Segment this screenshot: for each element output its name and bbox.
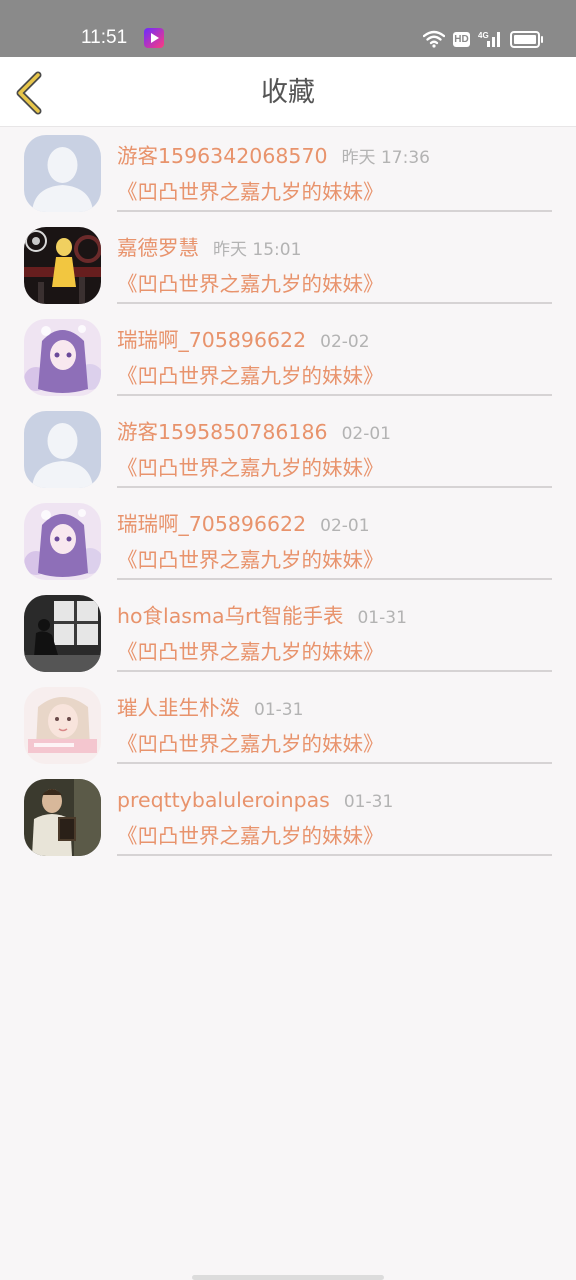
status-icons: HD 4G bbox=[423, 27, 543, 51]
novel-title[interactable]: 《凹凸世界之嘉九岁的妹妹》 bbox=[117, 823, 384, 849]
user-name-text: ho食lasma乌rt智能手表 bbox=[117, 604, 344, 628]
item-time: 01-31 bbox=[357, 608, 407, 628]
anime-avatar-purple[interactable] bbox=[24, 319, 101, 396]
list-item[interactable]: ho食lasma乌rt智能手表 01-31 《凹凸世界之嘉九岁的妹妹》 bbox=[0, 587, 576, 679]
favorites-list: 游客1596342068570 昨天 17:36 《凹凸世界之嘉九岁的妹妹》 嘉德… bbox=[0, 127, 576, 863]
item-time: 02-01 bbox=[341, 424, 391, 444]
anime-avatar-dark[interactable] bbox=[24, 227, 101, 304]
photo-avatar-window[interactable] bbox=[24, 595, 101, 672]
wifi-icon bbox=[423, 30, 445, 48]
user-name-text: 瑞瑞啊_705896622 bbox=[117, 328, 307, 352]
user-name-text: 嘉德罗慧 bbox=[117, 236, 199, 260]
user-name-text: 瑞瑞啊_705896622 bbox=[117, 512, 307, 536]
photo-avatar-reader[interactable] bbox=[24, 779, 101, 856]
novel-title[interactable]: 《凹凸世界之嘉九岁的妹妹》 bbox=[117, 639, 384, 665]
divider bbox=[117, 394, 552, 396]
video-app-icon bbox=[144, 28, 164, 48]
user-name-text: 游客1596342068570 bbox=[117, 144, 328, 168]
list-item[interactable]: 嘉德罗慧 昨天 15:01 《凹凸世界之嘉九岁的妹妹》 bbox=[0, 219, 576, 311]
home-indicator[interactable] bbox=[192, 1275, 384, 1280]
item-time: 01-31 bbox=[254, 700, 304, 720]
user-name[interactable]: 游客1596342068570 昨天 17:36 bbox=[117, 143, 430, 171]
list-item[interactable]: 瑞瑞啊_705896622 02-02 《凹凸世界之嘉九岁的妹妹》 bbox=[0, 311, 576, 403]
item-time: 02-02 bbox=[320, 332, 370, 352]
list-item[interactable]: 游客1595850786186 02-01 《凹凸世界之嘉九岁的妹妹》 bbox=[0, 403, 576, 495]
item-time: 01-31 bbox=[343, 792, 394, 812]
novel-title[interactable]: 《凹凸世界之嘉九岁的妹妹》 bbox=[117, 455, 384, 481]
divider bbox=[117, 210, 552, 212]
novel-title[interactable]: 《凹凸世界之嘉九岁的妹妹》 bbox=[117, 179, 384, 205]
divider bbox=[117, 854, 552, 856]
user-name-text: preqttybaluleroinpas bbox=[117, 788, 330, 812]
item-time: 昨天 17:36 bbox=[341, 148, 430, 168]
battery-icon bbox=[510, 30, 543, 48]
signal-4g-icon: 4G bbox=[478, 31, 500, 47]
divider bbox=[117, 302, 552, 304]
status-time: 11:51 bbox=[81, 27, 128, 48]
item-time: 昨天 15:01 bbox=[213, 240, 302, 260]
user-name-text: 璀人韭生朴泼 bbox=[117, 696, 240, 720]
user-name[interactable]: 瑞瑞啊_705896622 02-02 bbox=[117, 327, 370, 355]
list-item[interactable]: 游客1596342068570 昨天 17:36 《凹凸世界之嘉九岁的妹妹》 bbox=[0, 127, 576, 219]
photo-avatar-girl[interactable] bbox=[24, 687, 101, 764]
list-item[interactable]: 璀人韭生朴泼 01-31 《凹凸世界之嘉九岁的妹妹》 bbox=[0, 679, 576, 771]
novel-title[interactable]: 《凹凸世界之嘉九岁的妹妹》 bbox=[117, 731, 384, 757]
network-type-label: 4G bbox=[478, 31, 489, 40]
user-name[interactable]: 璀人韭生朴泼 01-31 bbox=[117, 695, 303, 723]
user-name[interactable]: 嘉德罗慧 昨天 15:01 bbox=[117, 235, 301, 263]
divider bbox=[117, 670, 552, 672]
hd-icon: HD bbox=[453, 31, 470, 47]
novel-title[interactable]: 《凹凸世界之嘉九岁的妹妹》 bbox=[117, 363, 384, 389]
user-name-text: 游客1595850786186 bbox=[117, 420, 328, 444]
divider bbox=[117, 578, 552, 580]
user-name[interactable]: 瑞瑞啊_705896622 02-01 bbox=[117, 511, 370, 539]
user-name[interactable]: 游客1595850786186 02-01 bbox=[117, 419, 391, 447]
novel-title[interactable]: 《凹凸世界之嘉九岁的妹妹》 bbox=[117, 271, 384, 297]
default-avatar[interactable] bbox=[24, 411, 101, 488]
anime-avatar-purple[interactable] bbox=[24, 503, 101, 580]
divider bbox=[117, 486, 552, 488]
user-name[interactable]: ho食lasma乌rt智能手表 01-31 bbox=[117, 603, 407, 631]
default-avatar[interactable] bbox=[24, 135, 101, 212]
nav-bar: 收藏 bbox=[0, 57, 576, 127]
status-bar: 11:51 HD 4G bbox=[0, 0, 576, 57]
list-item[interactable]: 瑞瑞啊_705896622 02-01 《凹凸世界之嘉九岁的妹妹》 bbox=[0, 495, 576, 587]
item-time: 02-01 bbox=[320, 516, 370, 536]
user-name[interactable]: preqttybaluleroinpas 01-31 bbox=[117, 787, 393, 815]
list-item[interactable]: preqttybaluleroinpas 01-31 《凹凸世界之嘉九岁的妹妹》 bbox=[0, 771, 576, 863]
divider bbox=[117, 762, 552, 764]
novel-title[interactable]: 《凹凸世界之嘉九岁的妹妹》 bbox=[117, 547, 384, 573]
page-title: 收藏 bbox=[261, 77, 315, 108]
